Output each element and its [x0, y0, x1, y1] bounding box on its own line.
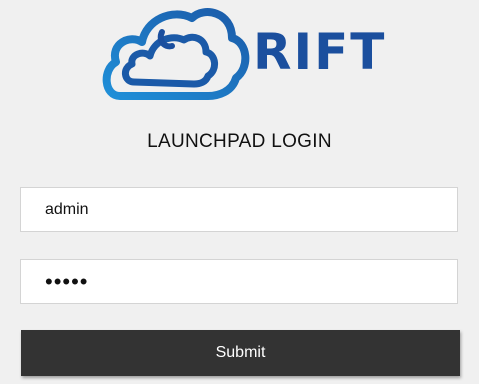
- submit-button[interactable]: Submit: [21, 330, 460, 376]
- page-title: LAUNCHPAD LOGIN: [147, 131, 332, 152]
- password-input[interactable]: •••••: [20, 259, 458, 304]
- password-mask: •••••: [45, 269, 89, 294]
- cloud-icon: [102, 8, 250, 100]
- username-value: admin: [45, 201, 89, 218]
- login-page: RIFT LAUNCHPAD LOGIN admin ••••• Submit: [0, 0, 479, 384]
- brand-name: RIFT: [253, 23, 387, 81]
- username-input[interactable]: admin: [20, 187, 458, 232]
- rift-logo: RIFT: [100, 4, 390, 104]
